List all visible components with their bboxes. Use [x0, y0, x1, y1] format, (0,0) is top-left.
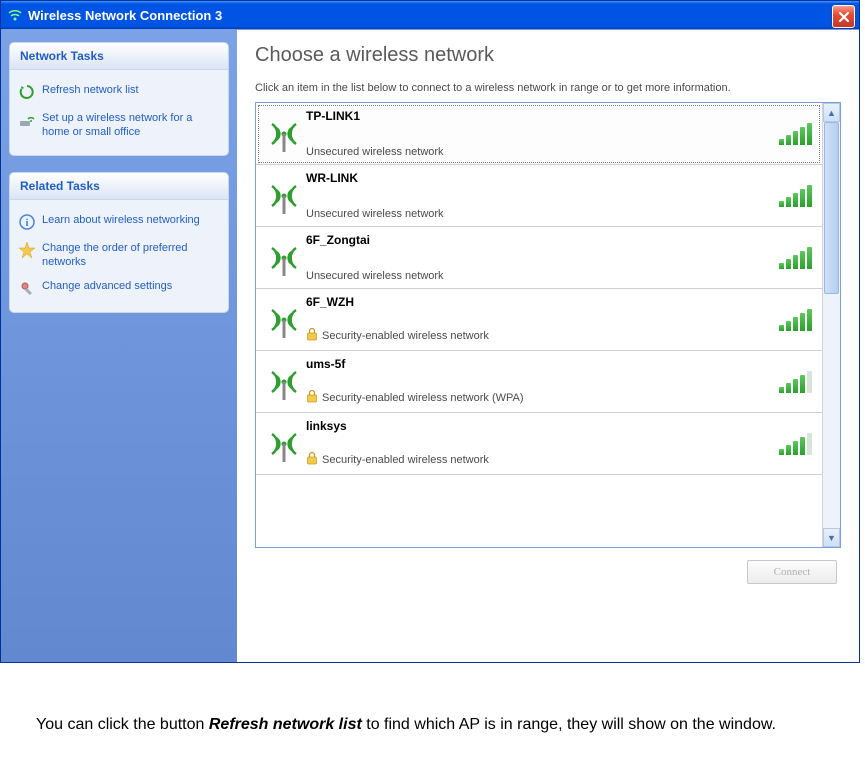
learn-wireless-link[interactable]: i Learn about wireless networking	[16, 208, 222, 236]
network-info: 6F_Zongtai Unsecured wireless network	[306, 231, 779, 284]
network-name: ums-5f	[306, 357, 779, 371]
security-label: Security-enabled wireless network	[322, 330, 489, 342]
refresh-network-list-link[interactable]: Refresh network list	[16, 78, 222, 106]
star-icon	[18, 241, 36, 259]
lock-icon	[306, 327, 318, 344]
scroll-track[interactable]	[823, 122, 840, 528]
network-info: 6F_WZH Security-enabled wireless network	[306, 293, 779, 346]
scrollbar[interactable]: ▲ ▼	[822, 103, 840, 547]
panel-header: Network Tasks	[10, 43, 228, 70]
scroll-down-button[interactable]: ▼	[823, 528, 840, 547]
antenna-icon	[262, 362, 306, 402]
lock-icon	[306, 451, 318, 468]
change-order-link[interactable]: Change the order of preferred networks	[16, 236, 222, 275]
network-info: ums-5f Security-enabled wireless network …	[306, 355, 779, 408]
signal-strength-icon	[779, 123, 812, 145]
info-icon: i	[18, 213, 36, 231]
network-security: Security-enabled wireless network	[306, 327, 779, 344]
link-label: Learn about wireless networking	[42, 213, 220, 227]
security-label: Security-enabled wireless network	[322, 454, 489, 466]
antenna-icon	[262, 238, 306, 278]
signal-strength-icon	[779, 433, 812, 455]
antenna-icon	[262, 176, 306, 216]
network-name: 6F_WZH	[306, 295, 779, 309]
sidebar: Network Tasks Refresh network list Set u…	[1, 30, 237, 662]
network-security: Unsecured wireless network	[306, 208, 779, 220]
link-label: Refresh network list	[42, 83, 220, 97]
antenna-icon	[262, 114, 306, 154]
network-name: 6F_Zongtai	[306, 233, 779, 247]
instruction-text: You can click the button Refresh network…	[0, 663, 858, 737]
antenna-icon	[262, 424, 306, 464]
instruction-post: to find which AP is in range, they will …	[362, 716, 776, 733]
scroll-up-button[interactable]: ▲	[823, 103, 840, 122]
security-label: Unsecured wireless network	[306, 208, 444, 220]
network-security: Unsecured wireless network	[306, 146, 779, 158]
network-item[interactable]: WR-LINK Unsecured wireless network	[256, 165, 822, 227]
network-name: WR-LINK	[306, 171, 779, 185]
link-label: Change the order of preferred networks	[42, 241, 220, 270]
refresh-icon	[18, 83, 36, 101]
titlebar[interactable]: Wireless Network Connection 3	[1, 1, 859, 29]
network-item[interactable]: 6F_Zongtai Unsecured wireless network	[256, 227, 822, 289]
window-body: Network Tasks Refresh network list Set u…	[1, 29, 859, 662]
window-title: Wireless Network Connection 3	[28, 8, 222, 23]
connect-button[interactable]: Connect	[747, 560, 837, 584]
svg-text:i: i	[26, 218, 29, 229]
security-label: Security-enabled wireless network (WPA)	[322, 392, 524, 404]
close-button[interactable]	[832, 5, 855, 28]
wireless-icon	[7, 7, 23, 23]
scroll-thumb[interactable]	[824, 122, 839, 294]
main-content: Choose a wireless network Click an item …	[237, 30, 859, 662]
page-subtitle: Click an item in the list below to conne…	[255, 81, 841, 96]
panel-header: Related Tasks	[10, 173, 228, 200]
instruction-bold: Refresh network list	[209, 716, 362, 733]
network-info: WR-LINK Unsecured wireless network	[306, 169, 779, 222]
network-name: linksys	[306, 419, 779, 433]
instruction-pre: You can click the button	[36, 716, 209, 733]
network-tasks-panel: Network Tasks Refresh network list Set u…	[9, 42, 229, 156]
network-name: TP-LINK1	[306, 109, 779, 123]
signal-strength-icon	[779, 247, 812, 269]
advanced-settings-link[interactable]: Change advanced settings	[16, 274, 222, 302]
security-label: Unsecured wireless network	[306, 146, 444, 158]
page-title: Choose a wireless network	[255, 44, 841, 67]
network-security: Security-enabled wireless network (WPA)	[306, 389, 779, 406]
related-tasks-panel: Related Tasks i Learn about wireless net…	[9, 172, 229, 314]
security-label: Unsecured wireless network	[306, 270, 444, 282]
network-info: linksys Security-enabled wireless network	[306, 417, 779, 470]
signal-strength-icon	[779, 371, 812, 393]
lock-icon	[306, 389, 318, 406]
antenna-icon	[262, 300, 306, 340]
wireless-connection-window: Wireless Network Connection 3 Network Ta…	[0, 0, 860, 663]
network-list: TP-LINK1Unsecured wireless networkWR-LIN…	[256, 103, 822, 547]
setup-network-link[interactable]: Set up a wireless network for a home or …	[16, 106, 222, 145]
network-list-container: TP-LINK1Unsecured wireless networkWR-LIN…	[255, 102, 841, 548]
signal-strength-icon	[779, 185, 812, 207]
link-label: Change advanced settings	[42, 279, 220, 293]
settings-icon	[18, 279, 36, 297]
link-label: Set up a wireless network for a home or …	[42, 111, 220, 140]
network-info: TP-LINK1 Unsecured wireless network	[306, 107, 779, 160]
network-security: Security-enabled wireless network	[306, 451, 779, 468]
network-item[interactable]: TP-LINK1 Unsecured wireless network	[256, 103, 822, 165]
signal-strength-icon	[779, 309, 812, 331]
setup-network-icon	[18, 111, 36, 129]
bottom-bar: Connect	[255, 548, 841, 584]
network-security: Unsecured wireless network	[306, 270, 779, 282]
network-item[interactable]: ums-5f Security-enabled wireless network …	[256, 351, 822, 413]
network-item[interactable]: linksys Security-enabled wireless network	[256, 413, 822, 475]
network-item[interactable]: 6F_WZH Security-enabled wireless network	[256, 289, 822, 351]
